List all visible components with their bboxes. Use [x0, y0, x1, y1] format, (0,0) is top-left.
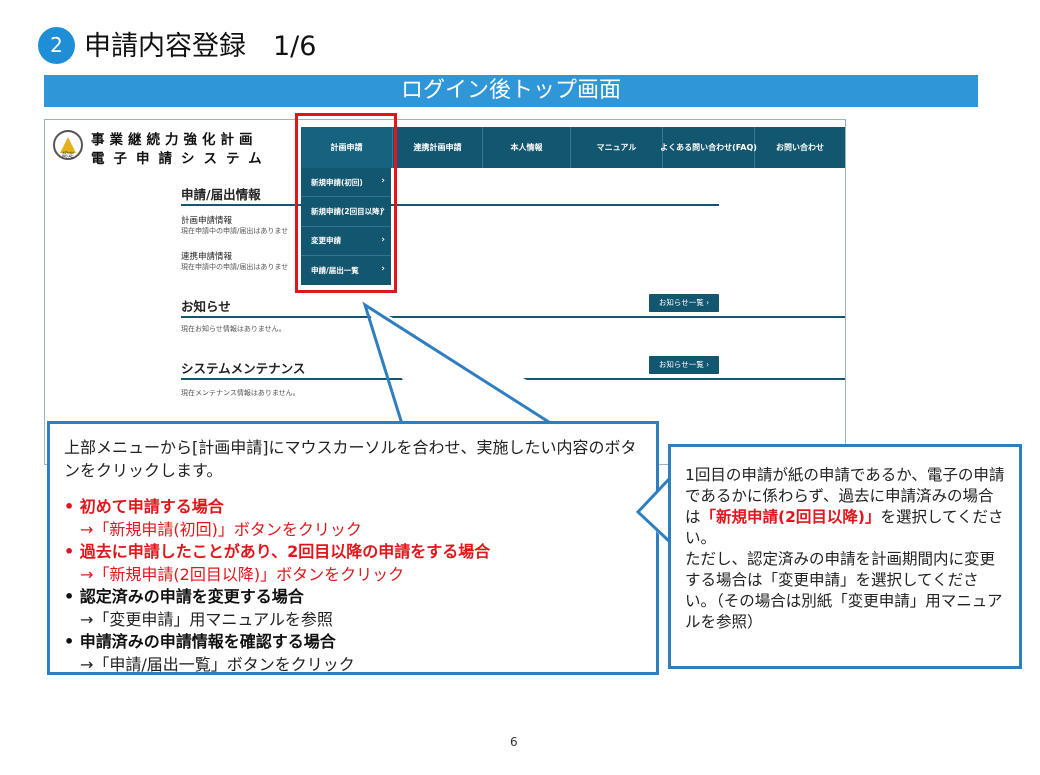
coop-info-heading: 連携申請情報: [181, 252, 233, 262]
instruction-callout: 上部メニューから[計画申請]にマウスカーソルを合わせ、実施したい内容のボタンをク…: [47, 421, 659, 675]
note-highlight: 「新規申請(2回目以降)」: [700, 508, 881, 526]
dropdown-highlight-box: [295, 113, 397, 293]
bullet-change-head: • 認定済みの申請を変更する場合: [64, 587, 304, 606]
maintenance-heading: システムメンテナンス: [181, 361, 306, 376]
plan-info-text: 現在申請中の申請/届出はありませ: [181, 227, 289, 235]
section-title-bar: ログイン後トップ画面: [44, 75, 978, 107]
nav-manual[interactable]: マニュアル: [571, 127, 663, 168]
nav-faq[interactable]: よくある問い合わせ(FAQ): [660, 127, 757, 168]
plan-info-heading: 計画申請情報: [181, 216, 233, 226]
system-name-line1: 事業継続力強化計画: [91, 132, 258, 148]
maintenance-text: 現在メンテナンス情報はありません。: [181, 389, 300, 397]
page-number: 6: [510, 735, 518, 749]
slide-title: 申請内容登録 1/6: [84, 31, 317, 62]
bullet-confirm-head: • 申請済みの申請情報を確認する場合: [64, 632, 336, 651]
callout-pointer-left: [362, 301, 622, 424]
coop-info-text: 現在申請中の申請/届出はありませ: [181, 263, 289, 271]
news-heading: お知らせ: [181, 299, 231, 314]
news-text: 現在お知らせ情報はありません。: [181, 325, 286, 333]
logo-text: 認定: [61, 152, 74, 159]
bullet-confirm-sub: →「申請/届出一覧」ボタンをクリック: [80, 654, 355, 674]
bullet-first-time-sub: →「新規申請(初回)」ボタンをクリック: [80, 519, 362, 539]
bullet-change-sub: →「変更申請」用マニュアルを参照: [80, 609, 333, 629]
note-text-2: ただし、認定済みの申請を計画期間内に変更する場合は「変更申請」を選択してください…: [685, 550, 1003, 631]
nav-personal-info[interactable]: 本人情報: [483, 127, 571, 168]
system-name-line2: 電子申請システム: [91, 151, 271, 167]
applications-divider: [181, 204, 719, 206]
bullet-first-time-head: • 初めて申請する場合: [64, 497, 224, 516]
bullet-second-time-head: • 過去に申請したことがあり、2回目以降の申請をする場合: [64, 542, 491, 561]
applications-heading: 申請/届出情報: [181, 187, 261, 202]
note-callout: 1回目の申請が紙の申請であるか、電子の申請であるかに係わらず、過去に申請済みの場…: [668, 444, 1022, 669]
bullet-second-time-sub: →「新規申請(2回目以降)」ボタンをクリック: [80, 564, 405, 584]
callout-bullets: • 初めて申請する場合 →「新規申請(初回)」ボタンをクリック • 過去に申請し…: [64, 496, 642, 676]
nav-contact[interactable]: お問い合わせ: [755, 127, 845, 168]
nav-coop-plan-application[interactable]: 連携計画申請: [393, 127, 483, 168]
app-header: 認定 事業継続力強化計画 電子申請システム 計画申請 連携計画申請 本人情報 マ…: [45, 120, 845, 170]
certification-logo-icon: 認定: [53, 130, 83, 160]
step-number-badge: 2: [38, 27, 75, 64]
callout-intro: 上部メニューから[計画申請]にマウスカーソルを合わせ、実施したい内容のボタンをク…: [64, 438, 637, 480]
